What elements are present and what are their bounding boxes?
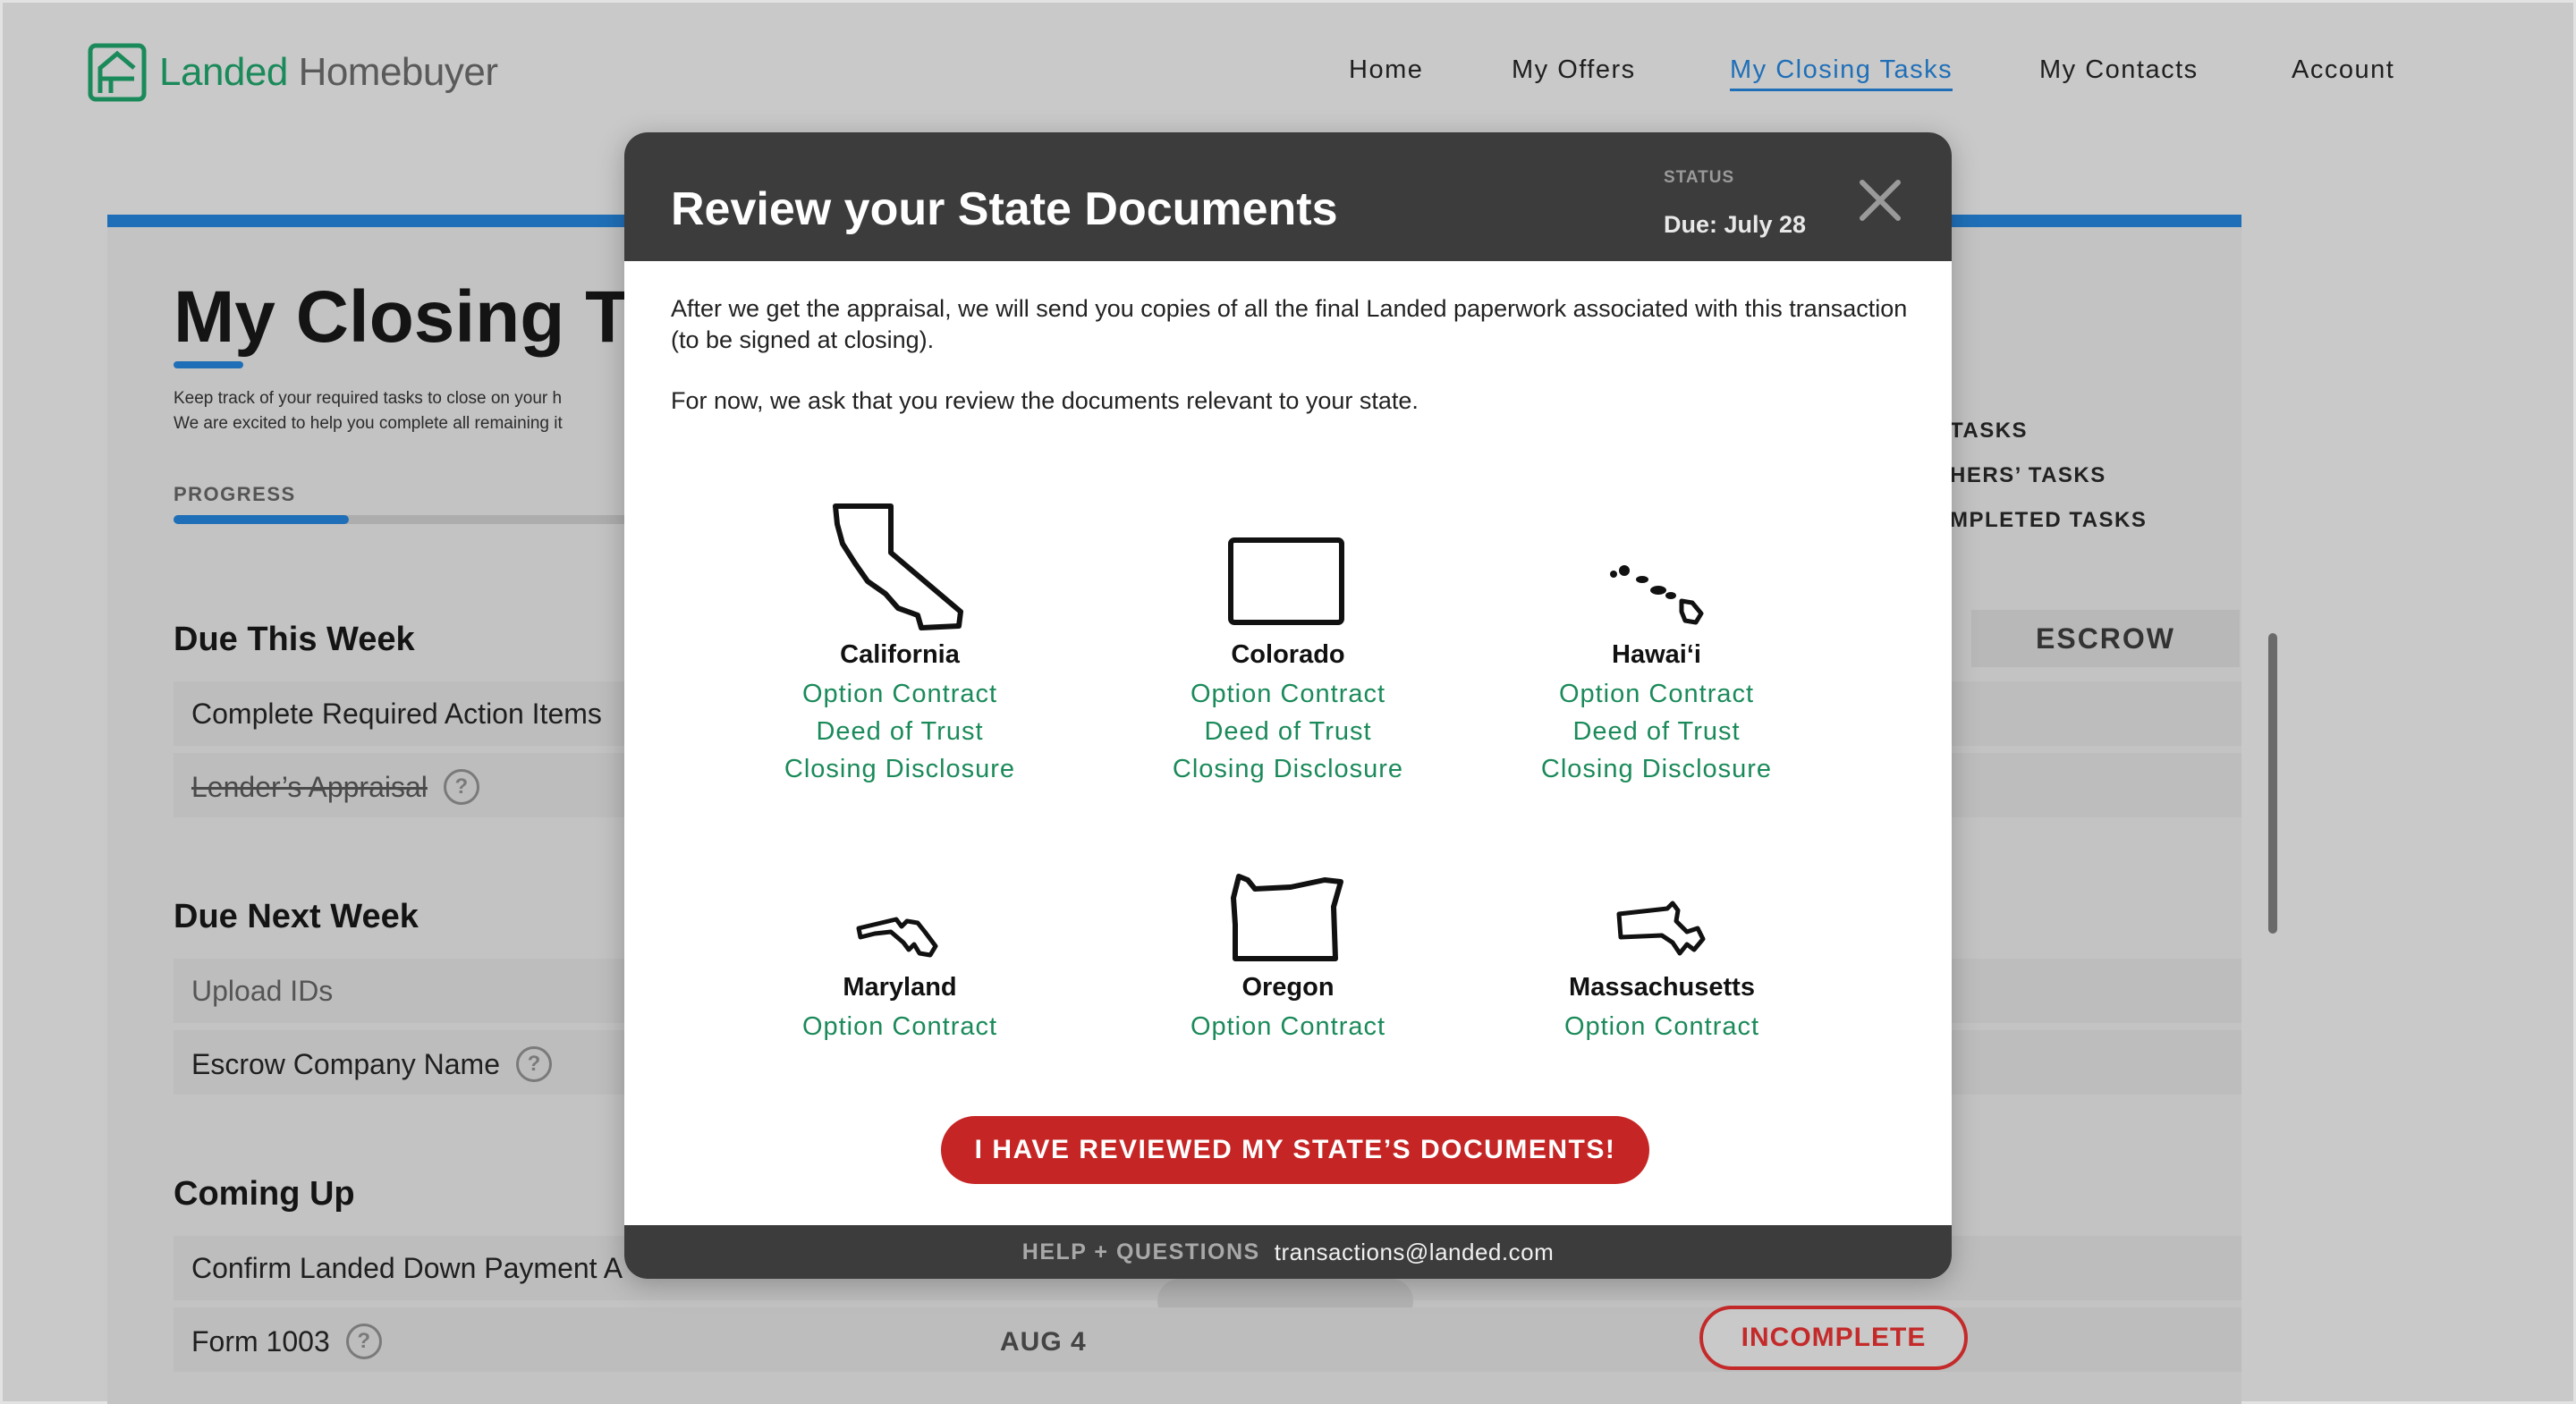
status-label: STATUS: [1664, 168, 1735, 187]
nav-home[interactable]: Home: [1349, 55, 1423, 85]
page-title: My Closing Ta: [174, 276, 665, 358]
task-label: Confirm Landed Down Payment A: [191, 1252, 623, 1284]
house-logo-icon: [88, 43, 147, 102]
modal-title: Review your State Documents: [671, 183, 1338, 235]
status-due-date: Due: July 28: [1664, 211, 1807, 238]
state-colorado: Colorado Option Contract Deed of Trust C…: [1100, 490, 1476, 788]
modal-footer: HELP + QUESTIONS transactions@landed.com: [624, 1225, 1952, 1279]
doc-option-contract[interactable]: Option Contract: [712, 675, 1088, 713]
state-name: Hawai‘i: [1612, 640, 1701, 669]
progress-bar: [174, 515, 674, 524]
task-due-date: AUG 4: [1000, 1327, 1087, 1357]
task-row[interactable]: Form 1003? AUG 4 INCOMPLETE: [174, 1306, 2241, 1372]
task-label: Complete Required Action Items: [191, 698, 602, 730]
task-label: Form 1003?: [191, 1324, 382, 1359]
state-massachusetts: Massachusetts Option Contract: [1474, 857, 1850, 1045]
landed-logo[interactable]: Landed Homebuyer: [88, 41, 498, 104]
nav-my-contacts[interactable]: My Contacts: [2039, 55, 2199, 85]
nav-my-closing-tasks[interactable]: My Closing Tasks: [1730, 55, 1953, 91]
doc-closing-disclosure[interactable]: Closing Disclosure: [1100, 750, 1476, 788]
page-subtitle: Keep track of your required tasks to clo…: [174, 389, 563, 433]
state-name: Massachusetts: [1569, 973, 1755, 1002]
colorado-outline-icon: [1228, 537, 1344, 625]
doc-deed-of-trust[interactable]: Deed of Trust: [1100, 713, 1476, 750]
help-icon[interactable]: ?: [345, 1324, 382, 1359]
doc-deed-of-trust[interactable]: Deed of Trust: [712, 713, 1088, 750]
help-label: HELP + QUESTIONS: [1021, 1239, 1260, 1264]
state-maryland: Maryland Option Contract: [712, 857, 1088, 1045]
title-underline: [174, 361, 243, 368]
modal-header: Review your State Documents STATUS Due: …: [624, 132, 1952, 261]
state-name: Colorado: [1231, 640, 1345, 669]
california-outline-icon: [833, 503, 963, 630]
doc-closing-disclosure[interactable]: Closing Disclosure: [712, 750, 1088, 788]
task-label: Escrow Company Name?: [191, 1046, 552, 1082]
task-label: Lender’s Appraisal?: [191, 769, 479, 805]
maryland-outline-icon: [856, 917, 938, 958]
state-name: California: [840, 640, 960, 669]
state-name: Oregon: [1241, 973, 1335, 1002]
modal-description: After we get the appraisal, we will send…: [671, 295, 1908, 414]
help-icon[interactable]: ?: [516, 1046, 552, 1082]
doc-closing-disclosure[interactable]: Closing Disclosure: [1469, 750, 1844, 788]
state-oregon: Oregon Option Contract: [1100, 857, 1476, 1045]
logo-wordmark: Landed Homebuyer: [159, 50, 498, 94]
doc-deed-of-trust[interactable]: Deed of Trust: [1469, 713, 1844, 750]
massachusetts-outline-icon: [1616, 901, 1706, 956]
help-email-link[interactable]: transactions@landed.com: [1275, 1239, 1555, 1266]
filter-completed-tasks[interactable]: MPLETED TASKS: [1950, 508, 2147, 533]
state-name: Maryland: [843, 973, 957, 1002]
filter-others-tasks[interactable]: HERS’ TASKS: [1950, 463, 2106, 488]
oregon-outline-icon: [1231, 874, 1343, 961]
state-documents-modal: Review your State Documents STATUS Due: …: [624, 132, 1952, 1279]
close-icon[interactable]: [1853, 173, 1907, 227]
nav-my-offers[interactable]: My Offers: [1512, 55, 1636, 85]
hawaii-outline-icon: [1610, 565, 1704, 625]
scrollbar[interactable]: [2268, 633, 2277, 934]
status-badge[interactable]: INCOMPLETE: [1699, 1306, 1968, 1370]
doc-option-contract[interactable]: Option Contract: [1469, 675, 1844, 713]
filter-my-tasks[interactable]: TASKS: [1950, 419, 2028, 444]
reviewed-documents-button[interactable]: I HAVE REVIEWED MY STATE’S DOCUMENTS!: [941, 1116, 1649, 1184]
task-label: Upload IDs: [191, 975, 334, 1007]
section-due-next-week: Due Next Week: [174, 898, 419, 935]
column-header-escrow: ESCROW: [1971, 610, 2240, 667]
state-california: California Option Contract Deed of Trust…: [712, 490, 1088, 788]
doc-option-contract[interactable]: Option Contract: [1100, 675, 1476, 713]
section-coming-up: Coming Up: [174, 1175, 355, 1213]
progress-bar-fill: [174, 515, 349, 524]
progress-label: PROGRESS: [174, 483, 296, 505]
state-hawaii: Hawai‘i Option Contract Deed of Trust Cl…: [1469, 490, 1844, 788]
doc-option-contract[interactable]: Option Contract: [712, 1008, 1088, 1045]
help-icon[interactable]: ?: [443, 769, 479, 805]
nav-account[interactable]: Account: [2292, 55, 2394, 85]
doc-option-contract[interactable]: Option Contract: [1474, 1008, 1850, 1045]
doc-option-contract[interactable]: Option Contract: [1100, 1008, 1476, 1045]
section-due-this-week: Due This Week: [174, 621, 415, 658]
